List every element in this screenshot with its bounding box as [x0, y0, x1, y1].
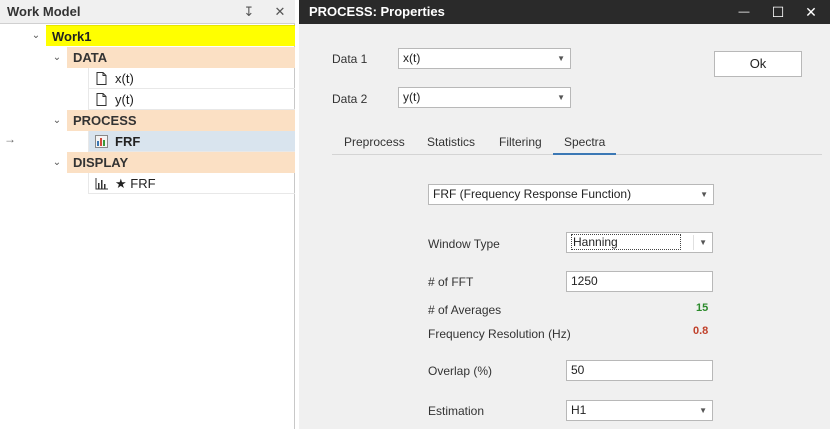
chevron-down-icon[interactable]: ⌄: [50, 110, 64, 131]
document-icon: [96, 93, 107, 106]
chevron-down-icon[interactable]: ⌄: [29, 25, 43, 46]
data1-label: Data 1: [332, 52, 368, 66]
data1-select[interactable]: x(t) ▼: [398, 48, 571, 69]
tab-filtering[interactable]: Filtering: [488, 131, 553, 155]
resolution-value: 0.8: [693, 325, 709, 337]
panel-title: Work Model: [7, 4, 81, 19]
data2-select[interactable]: y(t) ▼: [398, 87, 571, 108]
tree-item-xt[interactable]: x(t): [88, 68, 295, 89]
work-model-header: Work Model ↧ ✕: [0, 0, 295, 24]
ok-button[interactable]: Ok: [714, 51, 802, 77]
minimize-icon[interactable]: —: [729, 0, 759, 24]
dialog-title: PROCESS: Properties: [309, 4, 445, 19]
tree-item-label: ★ FRF: [115, 176, 156, 191]
tab-spectra[interactable]: Spectra: [553, 131, 617, 155]
tree-item-yt[interactable]: y(t): [88, 89, 295, 110]
close-panel-icon[interactable]: ✕: [271, 3, 289, 21]
pin-icon[interactable]: ↧: [240, 3, 258, 21]
combo-separator: [693, 235, 694, 250]
tree-item-frf-display[interactable]: ★ FRF: [88, 173, 295, 194]
averages-label: # of Averages: [428, 303, 502, 317]
tab-statistics[interactable]: Statistics: [416, 131, 486, 155]
bar-chart-color-icon: [95, 135, 108, 148]
estimation-value: H1: [571, 403, 587, 417]
fft-label: # of FFT: [428, 275, 474, 289]
window-type-label: Window Type: [428, 237, 500, 251]
tree-node-data[interactable]: DATA: [67, 47, 295, 68]
current-row-arrow-icon: →: [4, 132, 16, 146]
data2-label: Data 2: [332, 92, 368, 106]
maximize-icon[interactable]: ☐: [763, 0, 793, 24]
process-properties-dialog: PROCESS: Properties — ☐ ✕ Data 1 x(t) ▼ …: [299, 0, 830, 429]
tree-item-label: FRF: [115, 134, 141, 149]
tree-row-display: ⌄ DISPLAY: [0, 152, 295, 173]
tree-row-work1: ⌄ Work1: [0, 25, 295, 46]
tab-preprocess[interactable]: Preprocess: [333, 131, 416, 155]
data2-value: y(t): [403, 90, 421, 104]
bar-chart-icon: [95, 178, 108, 190]
caret-down-icon: ▼: [557, 93, 565, 102]
overlap-input[interactable]: 50: [566, 360, 713, 381]
chevron-down-icon[interactable]: ⌄: [50, 47, 64, 68]
tree-node-work1[interactable]: Work1: [46, 25, 295, 46]
caret-down-icon: ▼: [700, 190, 708, 199]
tree-node-label: DATA: [73, 50, 108, 65]
tree-node-label: DISPLAY: [73, 155, 129, 170]
averages-value: 15: [696, 302, 709, 314]
tree-node-display[interactable]: DISPLAY: [67, 152, 295, 173]
window-type-value: Hanning: [571, 234, 681, 250]
tree-node-label: PROCESS: [73, 113, 137, 128]
work-model-panel: Work Model ↧ ✕ ⌄ Work1 ⌄ DATA x(t) y(t) …: [0, 0, 295, 429]
chevron-down-icon[interactable]: ⌄: [50, 152, 64, 173]
tree-row-data: ⌄ DATA: [0, 47, 295, 68]
estimation-label: Estimation: [428, 404, 485, 418]
tree-row-process: ⌄ PROCESS: [0, 110, 295, 131]
resolution-label: Frequency Resolution (Hz): [428, 327, 571, 341]
close-dialog-icon[interactable]: ✕: [796, 0, 826, 24]
tree-node-process[interactable]: PROCESS: [67, 110, 295, 131]
overlap-label: Overlap (%): [428, 364, 493, 378]
spectra-function-select[interactable]: FRF (Frequency Response Function) ▼: [428, 184, 714, 205]
caret-down-icon: ▼: [699, 238, 707, 247]
dialog-titlebar: PROCESS: Properties — ☐ ✕: [299, 0, 830, 24]
window-type-select[interactable]: Hanning ▼: [566, 232, 713, 253]
tree-item-frf-process[interactable]: FRF: [88, 131, 295, 152]
caret-down-icon: ▼: [557, 54, 565, 63]
fft-input[interactable]: 1250: [566, 271, 713, 292]
document-icon: [96, 72, 107, 85]
tree-item-label: y(t): [115, 92, 134, 107]
estimation-select[interactable]: H1 ▼: [566, 400, 713, 421]
spectra-function-value: FRF (Frequency Response Function): [433, 187, 632, 201]
tree-item-label: x(t): [115, 71, 134, 86]
tree-node-label: Work1: [52, 29, 92, 44]
data1-value: x(t): [403, 51, 421, 65]
caret-down-icon: ▼: [699, 406, 707, 415]
